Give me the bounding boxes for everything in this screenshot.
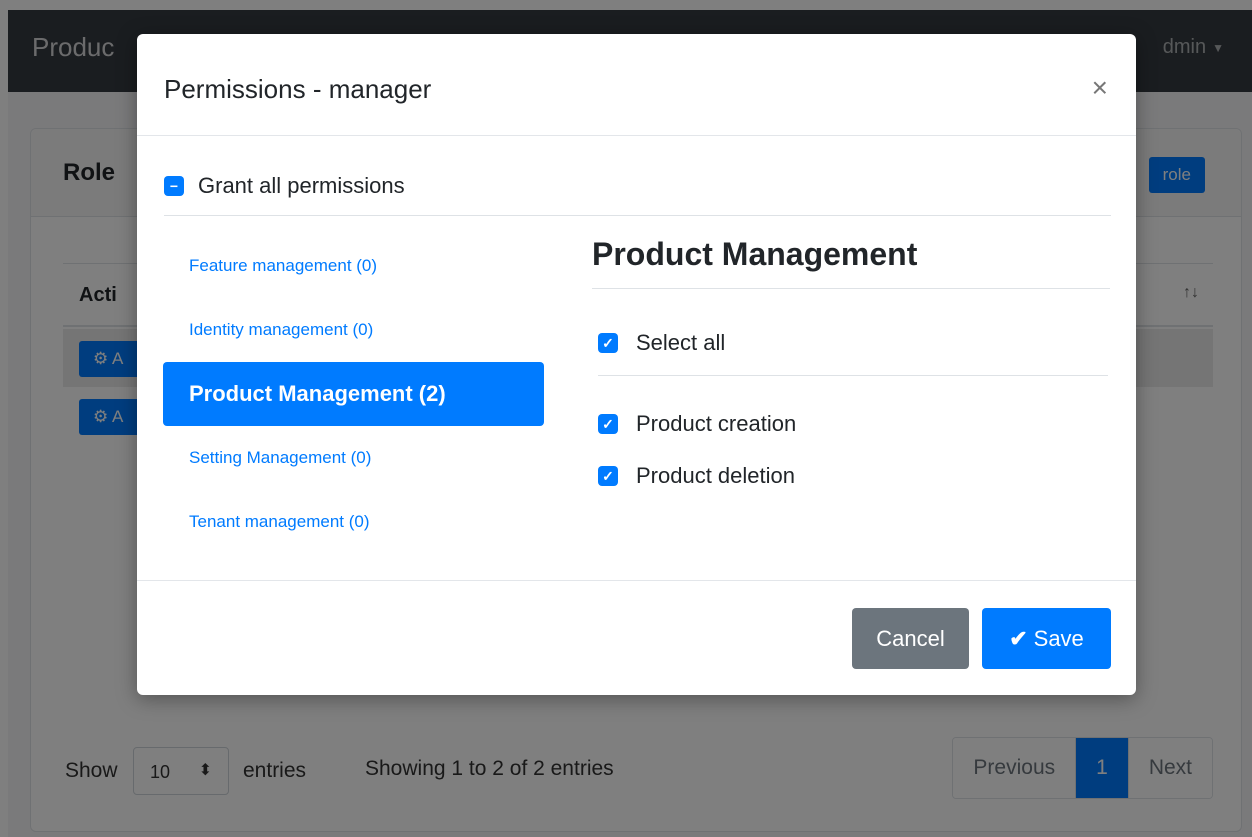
group-item-identity-management[interactable]: Identity management (0)	[163, 298, 544, 362]
divider	[598, 375, 1108, 376]
divider	[164, 215, 1111, 216]
select-all-checkbox[interactable]: ✓ Select all	[598, 329, 1110, 357]
permission-product-creation[interactable]: ✓ Product creation	[598, 410, 1110, 438]
permission-label[interactable]: Product creation	[636, 411, 796, 437]
permission-label[interactable]: Product deletion	[636, 463, 795, 489]
permission-product-deletion[interactable]: ✓ Product deletion	[598, 462, 1110, 490]
minus-icon[interactable]: −	[164, 176, 184, 196]
modal-footer: Cancel ✔ Save	[137, 580, 1136, 695]
cancel-button[interactable]: Cancel	[852, 608, 969, 669]
select-all-label[interactable]: Select all	[636, 330, 725, 356]
close-icon[interactable]: ×	[1092, 72, 1108, 104]
divider	[592, 288, 1110, 289]
permissions-modal: Permissions - manager × − Grant all perm…	[137, 34, 1136, 695]
group-item-product-management[interactable]: Product Management (2)	[163, 362, 544, 426]
modal-title: Permissions - manager	[164, 74, 432, 104]
permission-group-list: Feature management (0) Identity manageme…	[163, 234, 544, 554]
save-button[interactable]: ✔ Save	[982, 608, 1111, 669]
checkmark-icon: ✔	[1009, 625, 1028, 651]
checkmark-icon[interactable]: ✓	[598, 466, 618, 486]
save-button-label: Save	[1033, 625, 1084, 651]
permission-panel: Product Management ✓ Select all ✓ Produc…	[592, 234, 1110, 490]
group-item-setting-management[interactable]: Setting Management (0)	[163, 426, 544, 490]
checkmark-icon[interactable]: ✓	[598, 414, 618, 434]
grant-all-label[interactable]: Grant all permissions	[198, 173, 405, 199]
panel-heading: Product Management	[592, 236, 918, 272]
group-item-feature-management[interactable]: Feature management (0)	[163, 234, 544, 298]
checkmark-icon[interactable]: ✓	[598, 333, 618, 353]
group-item-tenant-management[interactable]: Tenant management (0)	[163, 490, 544, 554]
grant-all-checkbox[interactable]: − Grant all permissions	[164, 172, 405, 200]
modal-header: Permissions - manager ×	[137, 34, 1136, 136]
